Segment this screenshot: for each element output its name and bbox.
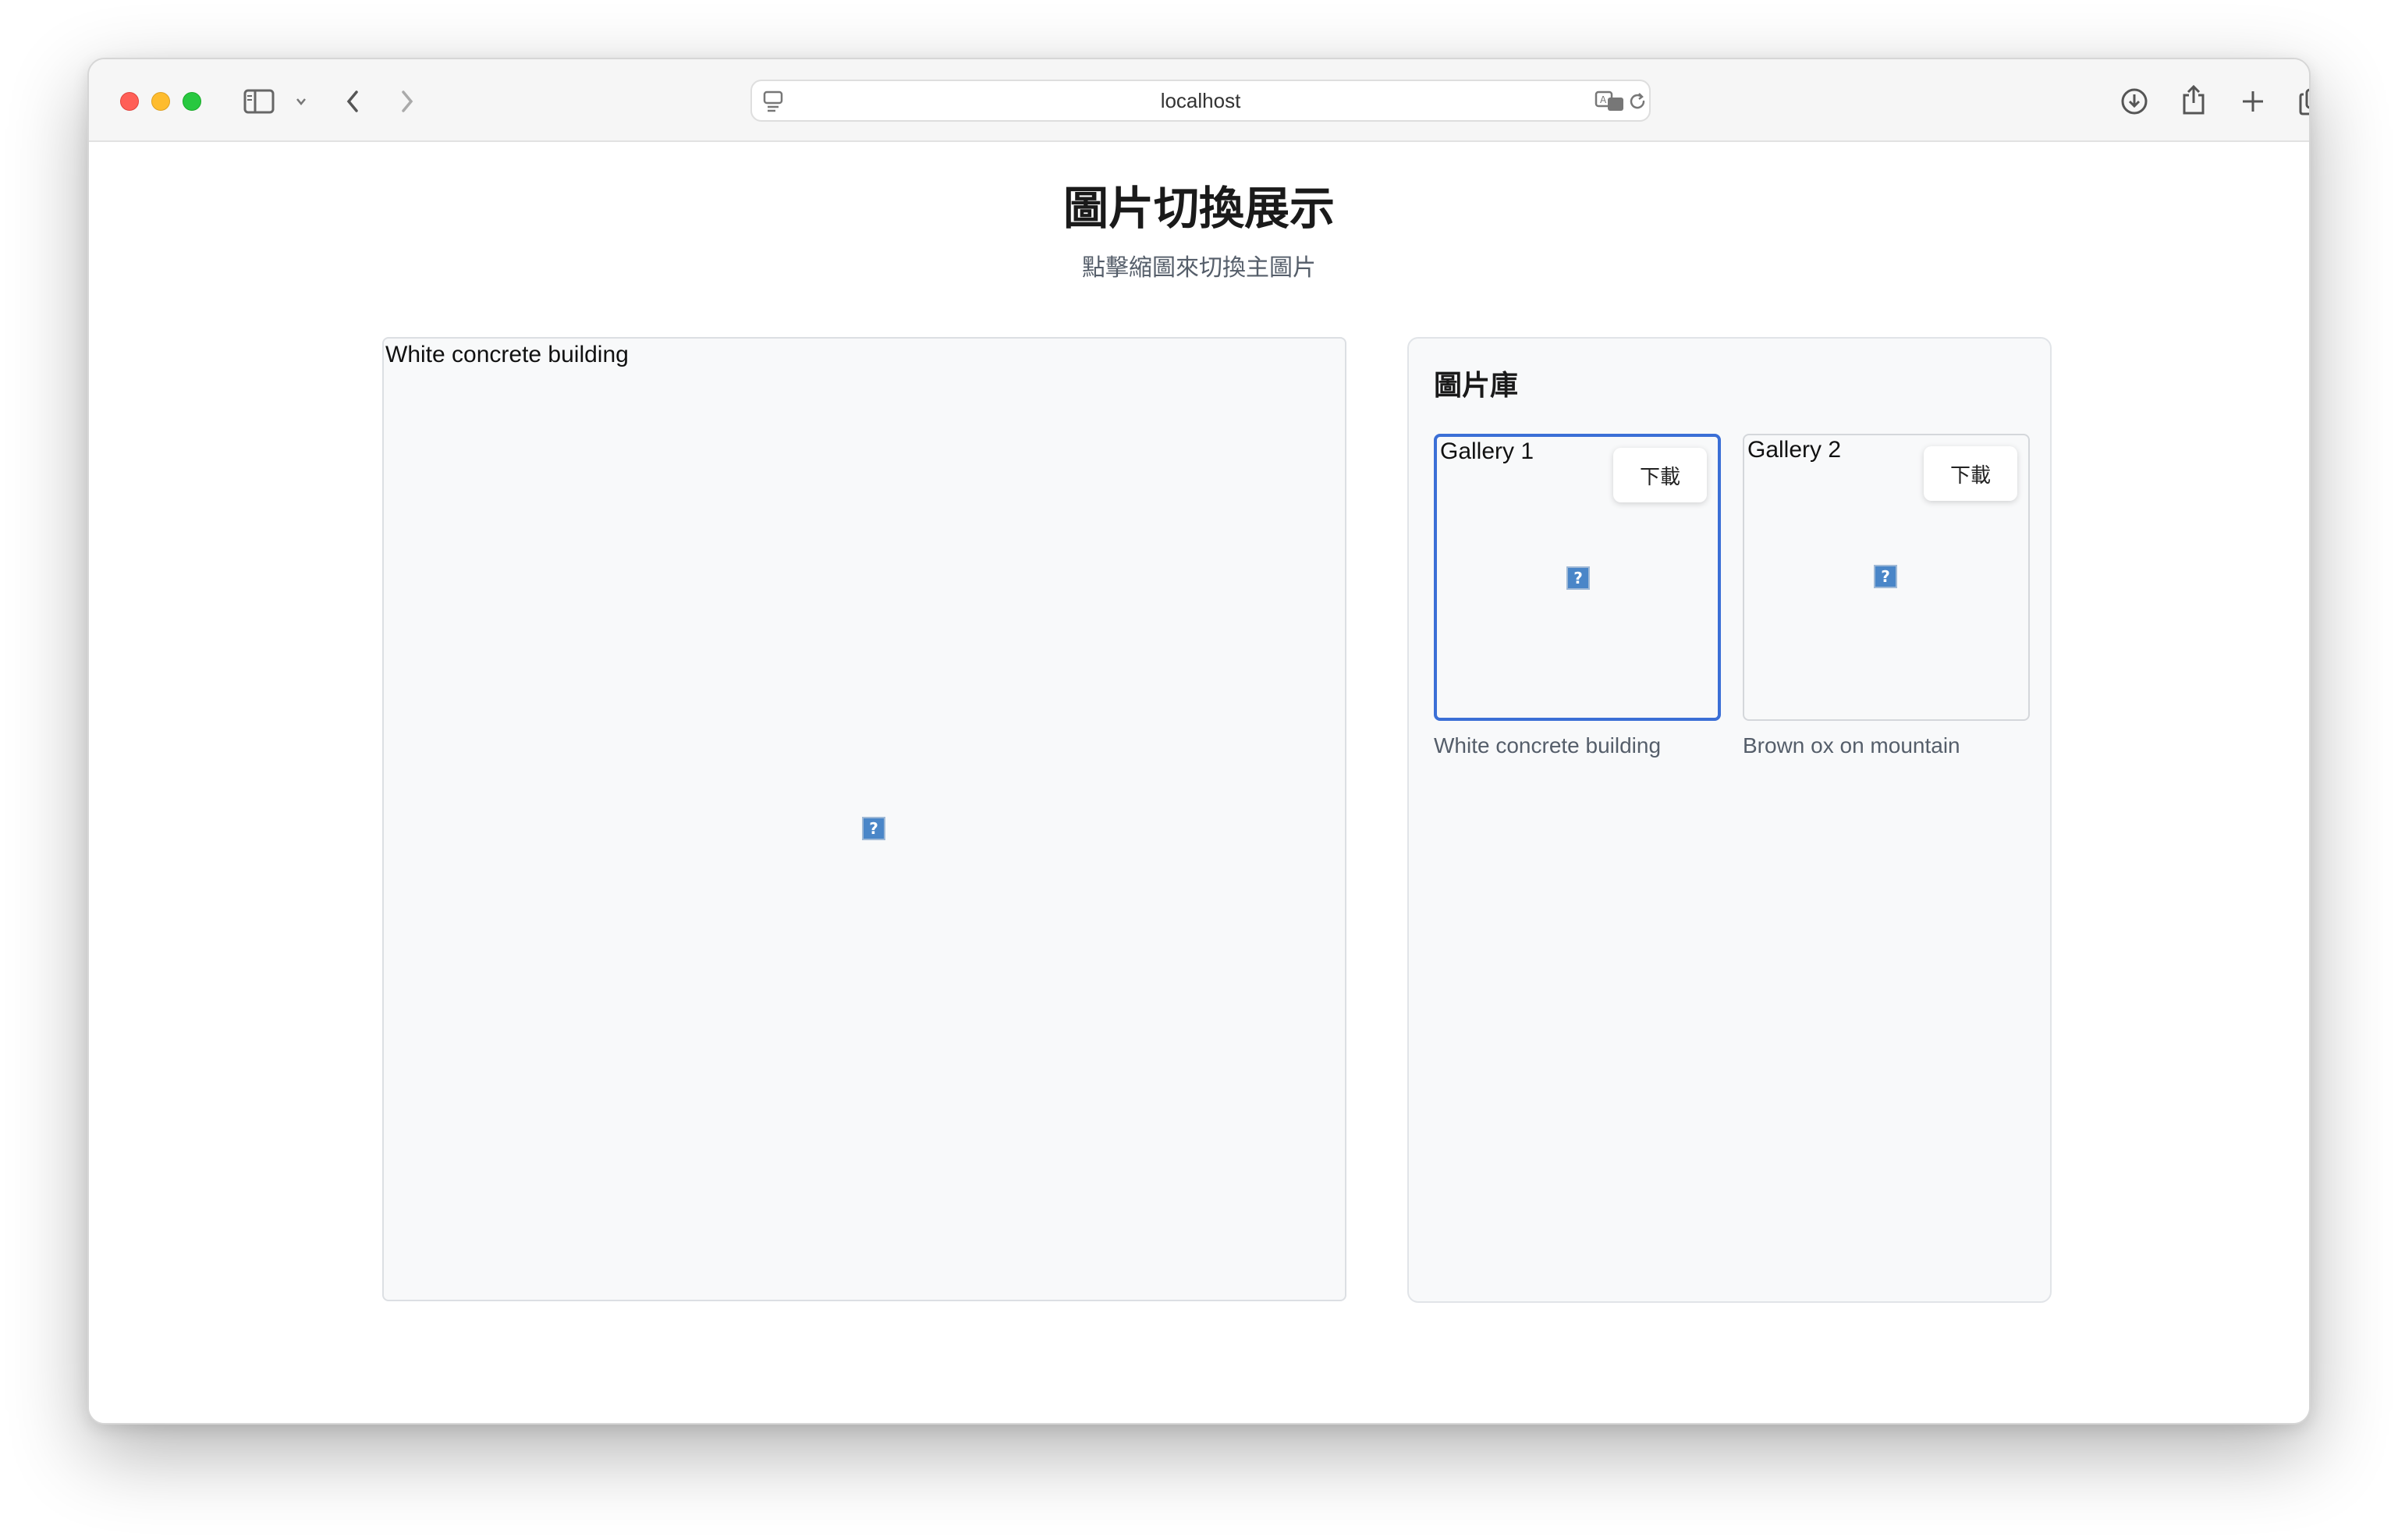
reload-icon[interactable]: [1626, 90, 1649, 113]
chevron-right-icon[interactable]: [395, 86, 420, 117]
gallery-item-1: Gallery 1 ? 下載 White concrete building: [1434, 434, 1721, 760]
browser-window: localhost A 圖片切換展示 點擊縮圖來切換主圖片 White conc…: [87, 58, 2311, 1425]
browser-toolbar: localhost A: [89, 59, 2309, 142]
minimize-window-button[interactable]: [151, 92, 170, 111]
tabs-overview-icon[interactable]: [2297, 86, 2309, 117]
download-button[interactable]: 下載: [1613, 448, 1707, 502]
download-button[interactable]: 下載: [1924, 446, 2017, 501]
thumbnail-alt-text: Gallery 1: [1440, 438, 1534, 464]
main-image-alt-text: White concrete building: [385, 342, 629, 367]
zoom-window-button[interactable]: [183, 92, 201, 111]
download-icon[interactable]: [2119, 86, 2150, 117]
thumbnail-caption: Brown ox on mountain: [1743, 733, 1960, 758]
translate-icon[interactable]: A: [1595, 88, 1626, 115]
svg-text:A: A: [1600, 94, 1607, 105]
gallery-item-2: Gallery 2 ? 下載 Brown ox on mountain: [1743, 434, 2030, 760]
thumbnail-alt-text: Gallery 2: [1747, 437, 1842, 463]
plus-icon[interactable]: [2237, 86, 2269, 117]
broken-image-icon: ?: [1874, 565, 1897, 588]
page-content: 圖片切換展示 點擊縮圖來切換主圖片 White concrete buildin…: [89, 142, 2309, 1423]
main-image: White concrete building ?: [382, 337, 1346, 1301]
thumbnail-1[interactable]: Gallery 1 ? 下載: [1434, 434, 1721, 721]
broken-image-icon: ?: [1566, 566, 1590, 590]
gallery-panel: 圖片庫 Gallery 1 ? 下載 White concrete buildi…: [1407, 337, 2052, 1303]
broken-image-icon: ?: [862, 817, 885, 840]
url-text[interactable]: localhost: [752, 81, 1649, 120]
share-icon[interactable]: [2178, 83, 2209, 117]
close-window-button[interactable]: [120, 92, 139, 111]
gallery-title: 圖片庫: [1434, 370, 1519, 402]
sidebar-icon[interactable]: [242, 86, 276, 117]
page-title: 圖片切換展示: [1062, 182, 1335, 235]
address-bar[interactable]: localhost A: [750, 80, 1651, 122]
thumbnail-2[interactable]: Gallery 2 ? 下載: [1743, 434, 2030, 721]
thumbnail-caption: White concrete building: [1434, 733, 1662, 758]
page-subtitle: 點擊縮圖來切換主圖片: [1082, 254, 1316, 282]
chevron-left-icon[interactable]: [340, 86, 365, 117]
chevron-down-icon[interactable]: [292, 94, 310, 109]
